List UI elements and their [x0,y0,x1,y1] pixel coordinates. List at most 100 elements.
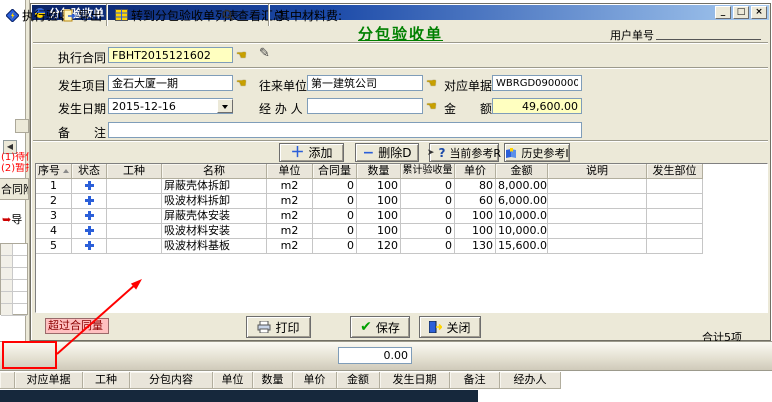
background-table-header: 对应单据 工种 分包内容 单位 数量 单价 金额 发生日期 备注 经办人 [0,372,561,389]
import-label[interactable]: ➥导 [2,211,30,227]
col-header-content[interactable]: 分包内容 [130,372,213,389]
amount-label: 金 额 [444,100,492,117]
col-header-desc[interactable]: 说明 [548,164,647,179]
warning-badge: 超过合同量 [45,318,109,334]
col-header-name[interactable]: 名称 [162,164,267,179]
background-grid [0,243,28,315]
save-button[interactable]: ✔保存 [350,316,410,338]
exec-contract-input[interactable] [108,47,233,63]
ref-doc-input[interactable] [492,75,582,91]
separator [33,42,768,44]
col-header-amount[interactable]: 金额 [496,164,548,179]
export-button[interactable]: 导出 [63,5,102,25]
table-row[interactable]: 1 屏蔽壳体拆卸 m2 0 100 0 80 8,000.00 [36,179,767,194]
book-icon [505,148,517,158]
exit-door-icon [429,321,442,333]
hand-choose-icon[interactable]: ☚ [426,99,442,113]
close-form-button[interactable]: 关闭 [419,316,481,338]
row-plus-icon [85,211,94,220]
amount-input[interactable] [492,98,582,114]
hand-choose-icon[interactable]: ☚ [426,76,442,90]
row-plus-icon [85,226,94,235]
add-button[interactable]: ＋添加 [279,143,344,162]
hand-choose-icon[interactable]: ☚ [236,48,252,62]
date-label: 发生日期 [58,100,106,117]
exec-contract-label: 执行合同 [58,49,106,66]
col-header-status[interactable]: 状态 [72,164,107,179]
sort-icon [63,166,69,173]
col-header-date[interactable]: 发生日期 [380,372,450,389]
separator [33,67,768,69]
counterpart-input[interactable] [307,75,423,91]
row-plus-icon [85,181,94,190]
close-button[interactable]: × [751,6,767,19]
table-header-row: 序号 状态 工种 名称 单位 合同量 数量 累计验收量 单价 金额 说明 发生部… [36,164,767,179]
counterpart-label: 往来单位 [259,77,307,94]
user-no-label: 用户单号 [610,27,654,43]
project-input[interactable] [108,75,233,91]
minus-icon: − [363,148,375,158]
col-header-remark[interactable]: 备注 [450,372,500,389]
background-left-panel: ◀ (1)待付 (2)暂押 合同附 ➥导 [0,0,30,341]
handler-label: 经 办 人 [259,100,303,117]
col-header-ref-doc[interactable]: 对应单据 [15,372,83,389]
printer-icon [257,321,271,333]
remark-input[interactable] [108,122,582,138]
col-header-qty[interactable]: 数量 [357,164,401,179]
material-fee-label: 其中材料费: [278,5,342,25]
ref-doc-label: 对应单据 [444,77,492,94]
date-dropdown-button[interactable] [217,99,233,113]
date-input[interactable] [108,98,233,114]
row-plus-icon [85,241,94,250]
background-note-2: (2)暂押 [1,163,29,174]
row-plus-icon [85,196,94,205]
col-header-worktype[interactable]: 工种 [107,164,162,179]
screen: ◀ (1)待付 (2)暂押 合同附 ➥导 分包验收单 _ □ × [0,0,772,402]
pencil-edit-icon[interactable]: ✎ [259,47,275,61]
handler-input[interactable] [307,98,423,114]
col-header-price[interactable]: 单价 [293,372,337,389]
current-ref-button[interactable]: ➤?当前参考R [429,143,499,162]
col-header-no[interactable]: 序号 [36,164,72,179]
col-header-handler[interactable]: 经办人 [500,372,561,389]
maximize-button[interactable]: □ [733,6,749,19]
goto-acceptance-list-button[interactable]: 转到分包验收单列表 [115,5,239,25]
col-header-qty[interactable]: 数量 [253,372,293,389]
toolbar-separator [106,4,108,26]
delete-button[interactable]: −删除D [355,143,419,162]
question-icon: ? [438,146,445,160]
user-no-underline [656,39,761,40]
separator [33,140,768,142]
execute-acceptance-button[interactable]: 执行验收 [6,5,70,25]
grid-list-icon [115,9,128,21]
contract-attachment-button[interactable]: 合同附 [0,178,29,200]
print-button[interactable]: 打印 [246,316,311,338]
col-blank [0,372,15,389]
col-header-unit[interactable]: 单位 [267,164,313,179]
hand-choose-icon[interactable]: ☚ [236,76,252,90]
cursor-icon: ➤ [427,148,435,158]
col-header-worktype[interactable]: 工种 [83,372,130,389]
table-row[interactable]: 5 吸波材料基板 m2 0 120 0 130 15,600.00 [36,239,767,254]
minimize-button[interactable]: _ [715,6,731,19]
table-row[interactable]: 3 屏蔽壳体安装 m2 0 100 0 100 10,000.00 [36,209,767,224]
col-header-price[interactable]: 单价 [455,164,496,179]
col-header-part[interactable]: 发生部位 [647,164,703,179]
table-row[interactable]: 4 吸波材料安装 m2 0 100 0 100 10,000.00 [36,224,767,239]
form-title: 分包验收单 [32,23,769,44]
background-note-1: (1)待付 [1,152,29,163]
table-row[interactable]: 2 吸波材料拆卸 m2 0 100 0 60 6,000.00 [36,194,767,209]
col-header-amount[interactable]: 金额 [337,372,380,389]
col-header-unit[interactable]: 单位 [213,372,253,389]
material-fee-input[interactable] [338,347,412,364]
view-summary-button[interactable]: 查看汇总 [222,5,285,25]
background-mini-box [15,119,29,133]
remark-label: 备 注 [58,124,106,141]
col-header-acc-qty[interactable]: 累计验收量 [401,164,455,179]
history-ref-button[interactable]: 历史参考I [504,143,570,162]
green-check-icon: ✔ [360,319,372,335]
col-header-contract-qty[interactable]: 合同量 [313,164,357,179]
plus-icon: ＋ [290,147,304,159]
import-arrow-icon: ➥ [2,213,11,226]
blue-diamond-icon [6,9,19,22]
